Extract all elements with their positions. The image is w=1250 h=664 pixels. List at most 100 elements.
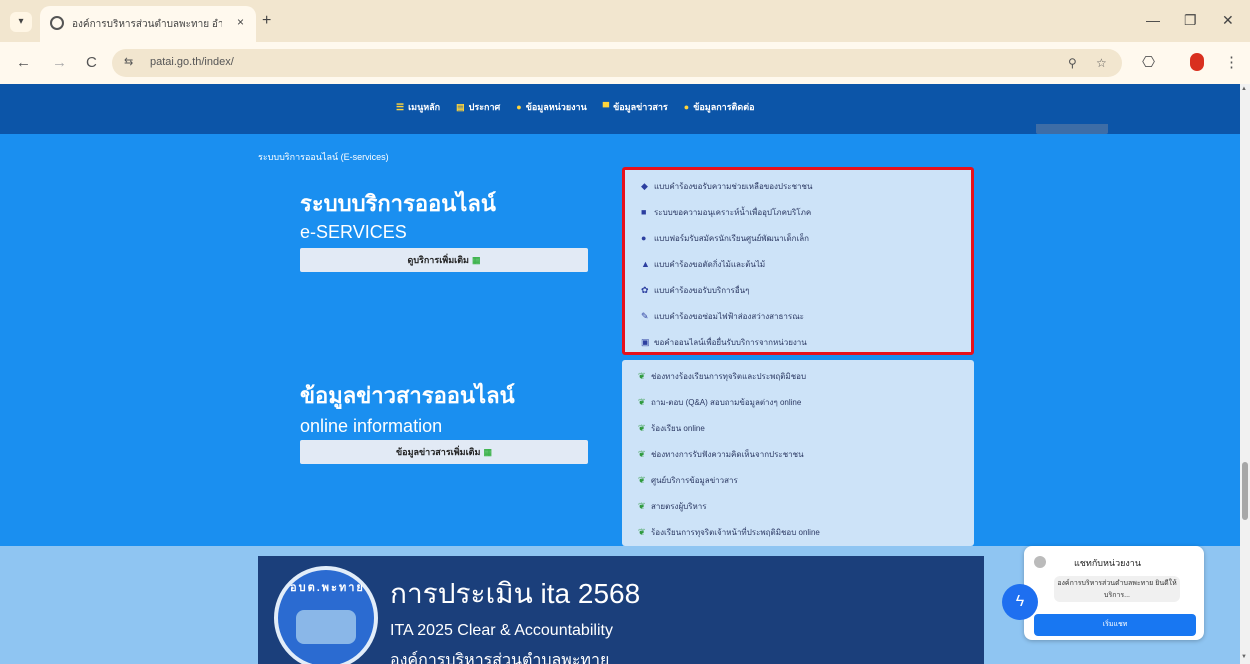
leaf-icon: ❦ bbox=[638, 397, 646, 407]
nav-item-news[interactable]: ▀ ข้อมูลข่าวสาร bbox=[603, 100, 668, 114]
profile-extension-icon[interactable] bbox=[1190, 53, 1204, 71]
browser-tab[interactable]: องค์การบริหารส่วนตำบลพะทาย อำเภอ... × bbox=[40, 6, 256, 42]
address-bar[interactable]: ⇆ patai.go.th/index/ ⚲ ☆ bbox=[112, 49, 1122, 77]
nav-item-contact[interactable]: ● ข้อมูลการติดต่อ bbox=[684, 100, 755, 114]
scroll-down-arrow-icon[interactable]: ▼ bbox=[1241, 654, 1247, 660]
link-label: แบบคำร้องขอรับความช่วยเหลือของประชาชน bbox=[654, 182, 813, 191]
eservices-more-button[interactable]: ดูบริการเพิ่มเติม ▦ bbox=[300, 248, 588, 272]
contact-icon: ● bbox=[683, 102, 690, 112]
browser-tab-bar: ▾ องค์การบริหารส่วนตำบลพะทาย อำเภอ... × … bbox=[0, 0, 1250, 42]
link-label: สายตรงผู้บริหาร bbox=[651, 502, 707, 511]
link-label: ศูนย์บริการข้อมูลข่าวสาร bbox=[651, 476, 738, 485]
tree-icon: ▲ bbox=[641, 259, 650, 269]
button-label: ดูบริการเพิ่มเติม bbox=[407, 255, 469, 265]
leaf-icon: ❦ bbox=[638, 501, 646, 511]
info-link[interactable]: ❦ ร้องเรียนการทุจริตเจ้าหน้าที่ประพฤติมิช… bbox=[638, 526, 820, 539]
eservice-link[interactable]: ● แบบฟอร์มรับสมัครนักเรียนศูนย์พัฒนาเด็กเ… bbox=[641, 232, 809, 245]
info-link[interactable]: ❦ ถาม-ตอบ (Q&A) สอบถามข้อมูลต่างๆ online bbox=[638, 396, 801, 409]
eservices-heading: ระบบบริการออนไลน์ bbox=[300, 191, 496, 216]
link-label: ระบบขอความอนุเคราะห์น้ำเพื่ออุปโภคบริโภค bbox=[654, 208, 812, 217]
leaf-icon: ❦ bbox=[638, 475, 646, 485]
link-label: ช่องทางร้องเรียนการทุจริตและประพฤติมิชอบ bbox=[651, 372, 807, 381]
nav-item-label: ข้อมูลการติดต่อ bbox=[693, 102, 755, 112]
minimize-button[interactable]: — bbox=[1146, 12, 1160, 28]
eservice-link[interactable]: ✿ แบบคำร้องขอรับบริการอื่นๆ bbox=[641, 284, 749, 297]
eservice-link[interactable]: ▲ แบบคำร้องขอตัดกิ่งไม้และต้นไม้ bbox=[641, 258, 765, 271]
eservice-link[interactable]: ✎ แบบคำร้องขอซ่อมไฟฟ้าส่องสว่างสาธารณะ bbox=[641, 310, 804, 323]
info-link[interactable]: ❦ ช่องทางการรับฟังความคิดเห็นจากประชาชน bbox=[638, 448, 804, 461]
nav-item-label: ประกาศ bbox=[468, 102, 501, 112]
reload-button[interactable]: C bbox=[86, 54, 97, 71]
nav-item-label: ข้อมูลหน่วยงาน bbox=[525, 102, 587, 112]
nav-item-label: ข้อมูลข่าวสาร bbox=[613, 102, 668, 112]
help-icon: ◆ bbox=[641, 181, 648, 191]
back-button[interactable]: ← bbox=[16, 54, 31, 71]
scrollbar-thumb[interactable] bbox=[1242, 462, 1248, 520]
top-nav-menu: ☰ เมนูหลัก ▤ ประกาศ ● ข้อมูลหน่วยงาน ▀ ข้อมู… bbox=[396, 100, 755, 114]
online-info-panel: ❦ ช่องทางร้องเรียนการทุจริตและประพฤติมิชอ… bbox=[622, 360, 974, 546]
close-window-button[interactable]: ✕ bbox=[1222, 12, 1234, 29]
ita-subtitle-2: องค์การบริหารส่วนตำบลพะทาย bbox=[390, 652, 610, 664]
url-text[interactable]: patai.go.th/index/ bbox=[150, 56, 234, 68]
organization-seal-logo: อบต.พะทาย bbox=[274, 566, 378, 664]
extensions-icon[interactable]: ⎔ bbox=[1142, 53, 1155, 71]
link-label: ร้องเรียน online bbox=[651, 424, 705, 433]
eservice-link[interactable]: ■ ระบบขอความอนุเคราะห์น้ำเพื่ออุปโภคบริโภ… bbox=[641, 206, 811, 219]
chat-title: แชทกับหน่วยงาน bbox=[1074, 558, 1142, 568]
eservices-section-label: ระบบบริการออนไลน์ (E-services) bbox=[258, 152, 389, 162]
page-scrollbar[interactable]: ▲ ▼ bbox=[1240, 84, 1250, 664]
service-icon: ✿ bbox=[641, 285, 649, 295]
leaf-icon: ❦ bbox=[638, 423, 646, 433]
leaf-icon: ❦ bbox=[638, 527, 646, 537]
tab-close-icon[interactable]: × bbox=[237, 15, 244, 29]
leaf-icon: ❦ bbox=[638, 449, 646, 459]
zoom-icon[interactable]: ⚲ bbox=[1068, 56, 1077, 70]
nav-item-main-menu[interactable]: ☰ เมนูหลัก bbox=[396, 100, 440, 114]
link-label: ร้องเรียนการทุจริตเจ้าหน้าที่ประพฤติมิชอ… bbox=[651, 528, 820, 537]
eservices-panel: ◆ แบบคำร้องขอรับความช่วยเหลือของประชาชน ■… bbox=[622, 167, 974, 355]
main-content: ระบบบริการออนไลน์ (E-services) ระบบบริกา… bbox=[0, 134, 1240, 546]
info-link[interactable]: ❦ ช่องทางร้องเรียนการทุจริตและประพฤติมิชอ… bbox=[638, 370, 806, 383]
eservice-link[interactable]: ▣ ขอคำออนไลน์เพื่อยื่นรับบริการจากหน่วยงา… bbox=[641, 336, 807, 349]
bookmark-star-icon[interactable]: ☆ bbox=[1096, 56, 1107, 70]
site-info-icon[interactable]: ⇆ bbox=[124, 55, 133, 68]
messenger-icon[interactable]: ϟ bbox=[1002, 584, 1038, 620]
folder-icon: ▀ bbox=[602, 102, 610, 112]
grid-icon: ▦ bbox=[483, 447, 492, 457]
info-link[interactable]: ❦ สายตรงผู้บริหาร bbox=[638, 500, 707, 513]
ita-banner[interactable]: อบต.พะทาย การประเมิน ita 2568 ITA 2025 C… bbox=[258, 556, 984, 664]
online-info-heading: ข้อมูลข่าวสารออนไลน์ bbox=[300, 383, 515, 408]
menu-icon: ☰ bbox=[396, 102, 405, 112]
nav-item-label: เมนูหลัก bbox=[408, 102, 441, 112]
info-icon: ● bbox=[516, 102, 522, 112]
chat-avatar bbox=[1034, 556, 1046, 568]
online-info-more-button[interactable]: ข้อมูลข่าวสารเพิ่มเติม ▦ bbox=[300, 440, 588, 464]
info-link[interactable]: ❦ ร้องเรียน online bbox=[638, 422, 705, 435]
eservice-link[interactable]: ◆ แบบคำร้องขอรับความช่วยเหลือของประชาชน bbox=[641, 180, 812, 193]
nav-item-announcements[interactable]: ▤ ประกาศ bbox=[456, 100, 500, 114]
wrench-icon: ✎ bbox=[641, 311, 649, 321]
new-tab-button[interactable]: + bbox=[262, 12, 271, 30]
link-label: ถาม-ตอบ (Q&A) สอบถามข้อมูลต่างๆ online bbox=[651, 398, 802, 407]
link-label: แบบฟอร์มรับสมัครนักเรียนศูนย์พัฒนาเด็กเล… bbox=[654, 234, 809, 243]
link-label: แบบคำร้องขอตัดกิ่งไม้และต้นไม้ bbox=[654, 260, 766, 269]
nav-item-agency-info[interactable]: ● ข้อมูลหน่วยงาน bbox=[516, 100, 586, 114]
seal-text: อบต.พะทาย bbox=[290, 582, 365, 594]
tab-search-button[interactable]: ▾ bbox=[10, 12, 32, 32]
tab-title: องค์การบริหารส่วนตำบลพะทาย อำเภอ... bbox=[72, 19, 222, 30]
form-icon: ▣ bbox=[641, 337, 650, 347]
leaf-icon: ❦ bbox=[638, 371, 646, 381]
document-icon: ▤ bbox=[456, 102, 465, 112]
scroll-up-arrow-icon[interactable]: ▲ bbox=[1241, 86, 1247, 92]
nav-right-button[interactable] bbox=[1036, 124, 1108, 134]
school-icon: ● bbox=[641, 233, 647, 243]
seal-emblem bbox=[296, 610, 356, 644]
link-label: แบบคำร้องขอรับบริการอื่นๆ bbox=[654, 286, 750, 295]
start-chat-button[interactable]: เริ่มแชท bbox=[1034, 614, 1196, 636]
forward-button[interactable]: → bbox=[52, 54, 67, 71]
browser-menu-icon[interactable]: ⋮ bbox=[1224, 53, 1239, 71]
online-info-heading-en: online information bbox=[300, 416, 443, 436]
info-link[interactable]: ❦ ศูนย์บริการข้อมูลข่าวสาร bbox=[638, 474, 738, 487]
site-top-nav: ☰ เมนูหลัก ▤ ประกาศ ● ข้อมูลหน่วยงาน ▀ ข้อมู… bbox=[0, 84, 1240, 134]
restore-button[interactable]: ❐ bbox=[1184, 12, 1197, 29]
